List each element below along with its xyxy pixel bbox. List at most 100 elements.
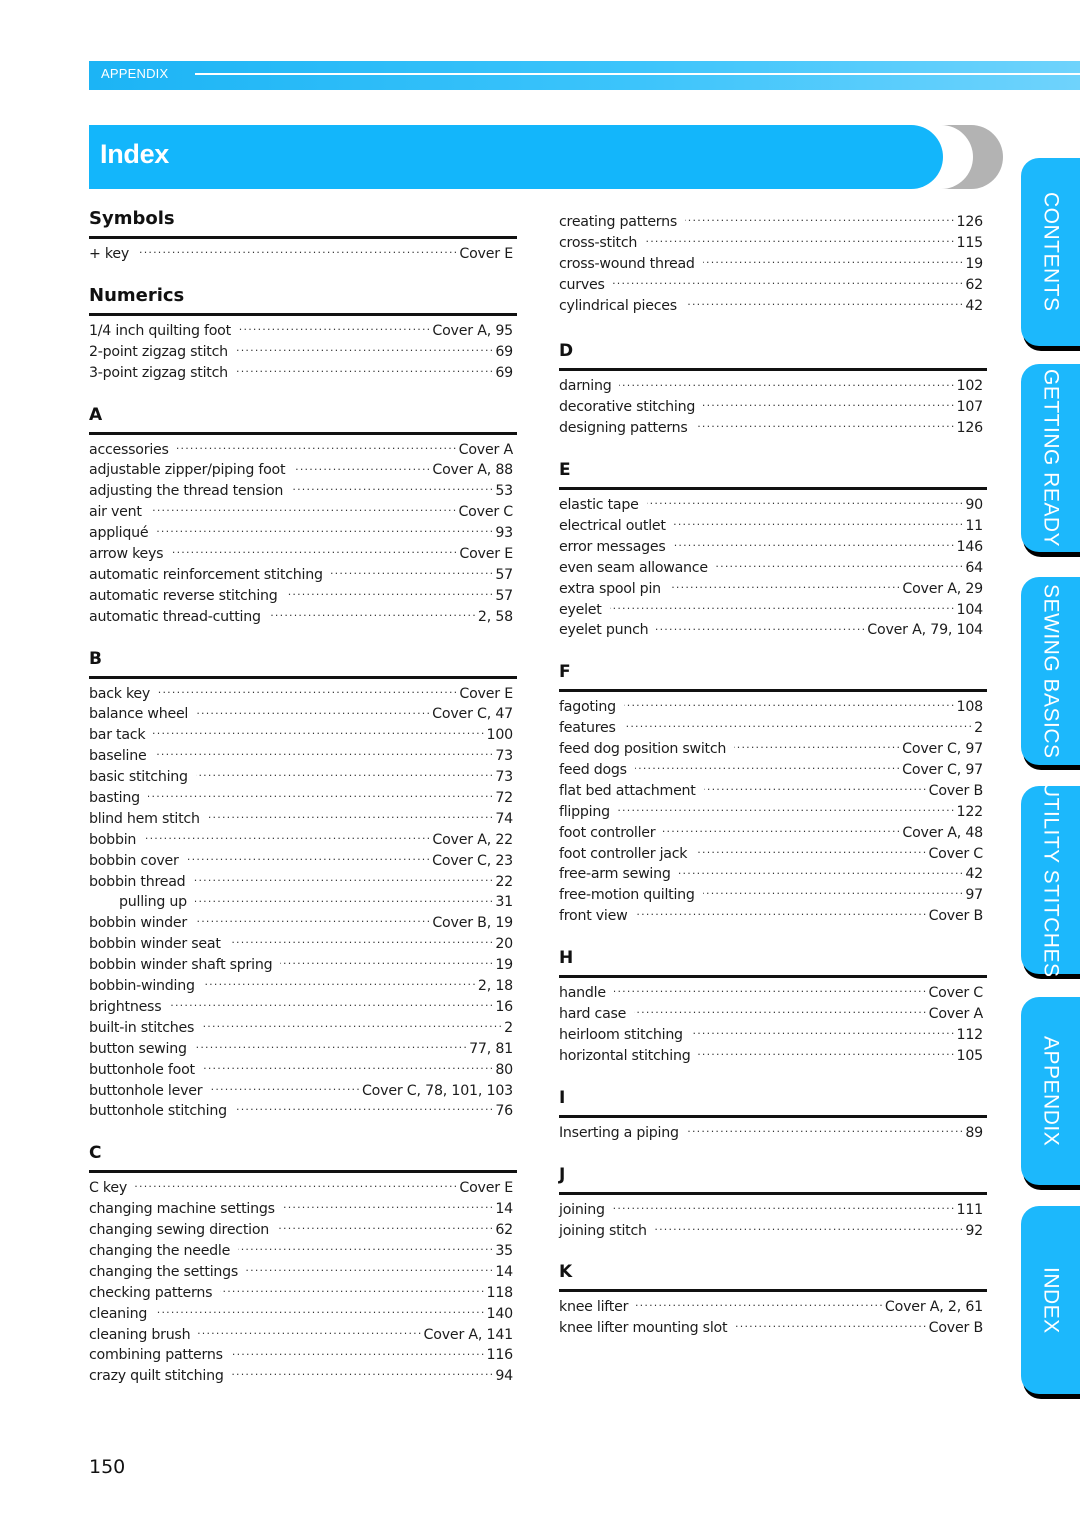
side-tab-sewing-basics[interactable]: SEWING BASICS xyxy=(1021,577,1080,765)
index-entry: combining patterns 116 xyxy=(89,1345,517,1366)
entry-term: button sewing xyxy=(89,1040,187,1057)
index-section: Bback key Cover E balance wheel Cover C, 47… xyxy=(89,648,517,1123)
entry-pages: Cover A, 88 xyxy=(432,462,513,479)
index-entry: button sewing 77, 81 xyxy=(89,1039,517,1060)
entry-term: crazy quilt stitching xyxy=(89,1368,224,1385)
entry-pages: Cover B xyxy=(928,1320,984,1337)
dot-leader xyxy=(208,811,495,823)
entry-term: knee lifter xyxy=(559,1299,629,1316)
entry-term: cylindrical pieces xyxy=(559,297,677,314)
dot-leader xyxy=(624,699,956,711)
index-entry: fagoting 108 xyxy=(559,697,987,718)
entry-pages: Cover A, 2, 61 xyxy=(884,1299,983,1316)
index-entry: changing machine settings 14 xyxy=(89,1199,517,1220)
dot-leader xyxy=(269,609,477,621)
dot-leader xyxy=(656,622,866,634)
dot-leader xyxy=(674,518,965,530)
dot-leader xyxy=(624,720,974,732)
index-entry: buttonhole stitching 76 xyxy=(89,1101,517,1122)
dot-leader xyxy=(280,957,494,969)
side-tab-appendix[interactable]: APPENDIX xyxy=(1021,997,1080,1185)
dot-leader xyxy=(135,1180,458,1192)
dot-leader xyxy=(635,762,901,774)
index-subentry: pulling up 31 xyxy=(89,892,517,913)
entry-pages: 92 xyxy=(965,1222,983,1239)
section-heading: H xyxy=(559,947,987,979)
section-heading: D xyxy=(559,340,987,372)
dot-leader xyxy=(144,832,431,844)
side-tab-getting-ready[interactable]: GETTING READY xyxy=(1021,364,1080,552)
index-entry: features 2 xyxy=(559,718,987,739)
index-entry: feed dog position switch Cover C, 97 xyxy=(559,739,987,760)
entry-term: decorative stitching xyxy=(559,399,696,416)
dot-leader xyxy=(735,1320,927,1332)
dot-leader xyxy=(674,539,956,551)
index-entry: error messages 146 xyxy=(559,537,987,558)
dot-leader xyxy=(137,246,458,258)
entry-pages: Cover E xyxy=(459,246,513,262)
index-entry: elastic tape 90 xyxy=(559,495,987,516)
index-entry: darning 102 xyxy=(559,376,987,397)
entry-term: fagoting xyxy=(559,699,616,716)
entry-term: electrical outlet xyxy=(559,518,666,535)
entry-pages: 73 xyxy=(495,748,513,765)
index-column-left: Symbols + key Cover E Numerics 1/4 inch quil… xyxy=(89,208,517,1407)
dot-leader xyxy=(195,894,495,906)
index-entry: basting 72 xyxy=(89,788,517,809)
entry-term: extra spool pin xyxy=(559,580,661,597)
dot-leader xyxy=(331,567,495,579)
entry-term: flipping xyxy=(559,803,610,820)
index-section: Symbols + key Cover E xyxy=(89,208,517,265)
entry-term: feed dogs xyxy=(559,762,627,779)
entry-pages: Cover B xyxy=(928,782,984,799)
side-tab-utility-stitches[interactable]: UTILITY STITCHES xyxy=(1021,782,1080,978)
entry-term: heirloom stitching xyxy=(559,1026,683,1043)
entry-pages: Cover A, 22 xyxy=(432,831,513,848)
section-heading: C xyxy=(89,1142,517,1174)
index-entry: back key Cover E xyxy=(89,684,517,705)
entry-pages: 62 xyxy=(495,1222,513,1239)
dot-leader xyxy=(203,1062,495,1074)
index-entry: arrow keys Cover E xyxy=(89,544,517,565)
entry-pages: 2, 18 xyxy=(477,978,513,995)
index-entry: joining stitch 92 xyxy=(559,1221,987,1242)
entry-pages: Cover E xyxy=(459,685,513,702)
section-heading: Numerics xyxy=(89,285,517,316)
dot-leader xyxy=(679,866,965,878)
index-entry: C key Cover E xyxy=(89,1178,517,1199)
index-entry: adjusting the thread tension 53 xyxy=(89,481,517,502)
side-tab-index[interactable]: INDEX xyxy=(1021,1206,1080,1394)
entry-term: handle xyxy=(559,985,606,1002)
entry-term: horizontal stitching xyxy=(559,1047,691,1064)
dot-leader xyxy=(187,853,432,865)
side-tab-label: CONTENTS xyxy=(1039,192,1063,312)
index-section: Numerics 1/4 inch quilting foot Cover A, 9… xyxy=(89,285,517,384)
entry-term: joining xyxy=(559,1201,605,1218)
side-tab-contents[interactable]: CONTENTS xyxy=(1021,158,1080,346)
dot-leader xyxy=(647,497,965,509)
entry-term: bobbin-winding xyxy=(89,978,195,995)
entry-pages: 105 xyxy=(956,1047,984,1064)
entry-pages: 62 xyxy=(965,276,983,293)
section-heading: E xyxy=(559,459,987,491)
entry-term: balance wheel xyxy=(89,706,189,723)
entry-pages: 102 xyxy=(956,378,984,395)
index-entry: even seam allowance 64 xyxy=(559,558,987,579)
entry-pages: Cover C, 78, 101, 103 xyxy=(361,1082,513,1099)
dot-leader xyxy=(195,1041,468,1053)
index-section: creating patterns126cross-stitch115cross… xyxy=(559,212,987,316)
entry-pages: Cover C, 97 xyxy=(902,741,983,758)
entry-term: automatic reinforcement stitching xyxy=(89,566,323,583)
entry-term: eyelet xyxy=(559,601,602,618)
dot-leader xyxy=(203,978,477,990)
index-entry: bar tack 100 xyxy=(89,725,517,746)
entry-pages: 19 xyxy=(495,957,513,974)
index-entry: cleaning 140 xyxy=(89,1304,517,1325)
entry-term: free-motion quilting xyxy=(559,887,695,904)
side-tab-label: GETTING READY xyxy=(1039,368,1063,548)
index-entry: accessories Cover A xyxy=(89,440,517,461)
index-entry: changing the settings 14 xyxy=(89,1262,517,1283)
entry-term: free-arm sewing xyxy=(559,866,671,883)
entry-term: buttonhole stitching xyxy=(89,1103,227,1120)
entry-term: cleaning brush xyxy=(89,1326,191,1343)
